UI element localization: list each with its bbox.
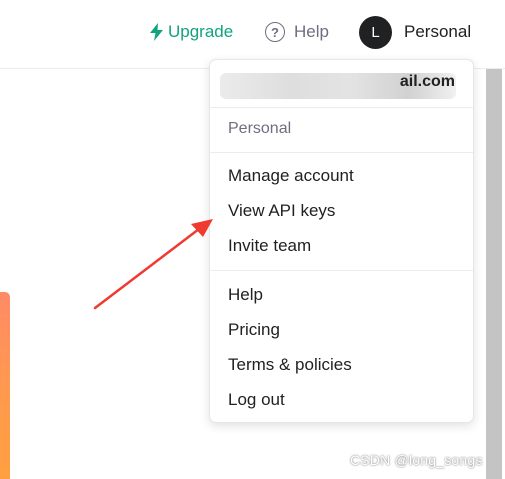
upgrade-button[interactable]: Upgrade [150,20,233,44]
account-email-row: ail.com [210,60,473,108]
account-menu-toggle[interactable]: L Personal [359,15,471,49]
menu-item-manage-account[interactable]: Manage account [228,166,354,186]
menu-item-pricing[interactable]: Pricing [228,320,280,340]
menu-item-terms-policies[interactable]: Terms & policies [228,355,352,375]
account-email: ail.com [399,73,455,90]
menu-divider [210,270,473,271]
upgrade-label: Upgrade [168,22,234,41]
org-label: Personal [404,22,472,41]
menu-item-help[interactable]: Help [228,285,263,305]
scrollbar-thumb[interactable] [486,69,502,479]
question-circle-icon: ? [265,22,285,42]
gradient-card-edge [0,292,10,479]
watermark-text: CSDN @long_songs [350,452,483,468]
menu-item-view-api-keys[interactable]: View API keys [228,201,335,221]
account-dropdown-menu: ail.com Personal Manage account View API… [209,59,474,423]
help-label: Help [294,22,329,41]
lightning-icon [150,23,163,41]
menu-item-invite-team[interactable]: Invite team [228,236,311,256]
menu-divider [210,152,473,153]
current-organization: Personal [228,120,292,137]
menu-item-log-out[interactable]: Log out [228,390,285,410]
help-button[interactable]: ? Help [265,20,329,44]
avatar: L [359,15,392,49]
